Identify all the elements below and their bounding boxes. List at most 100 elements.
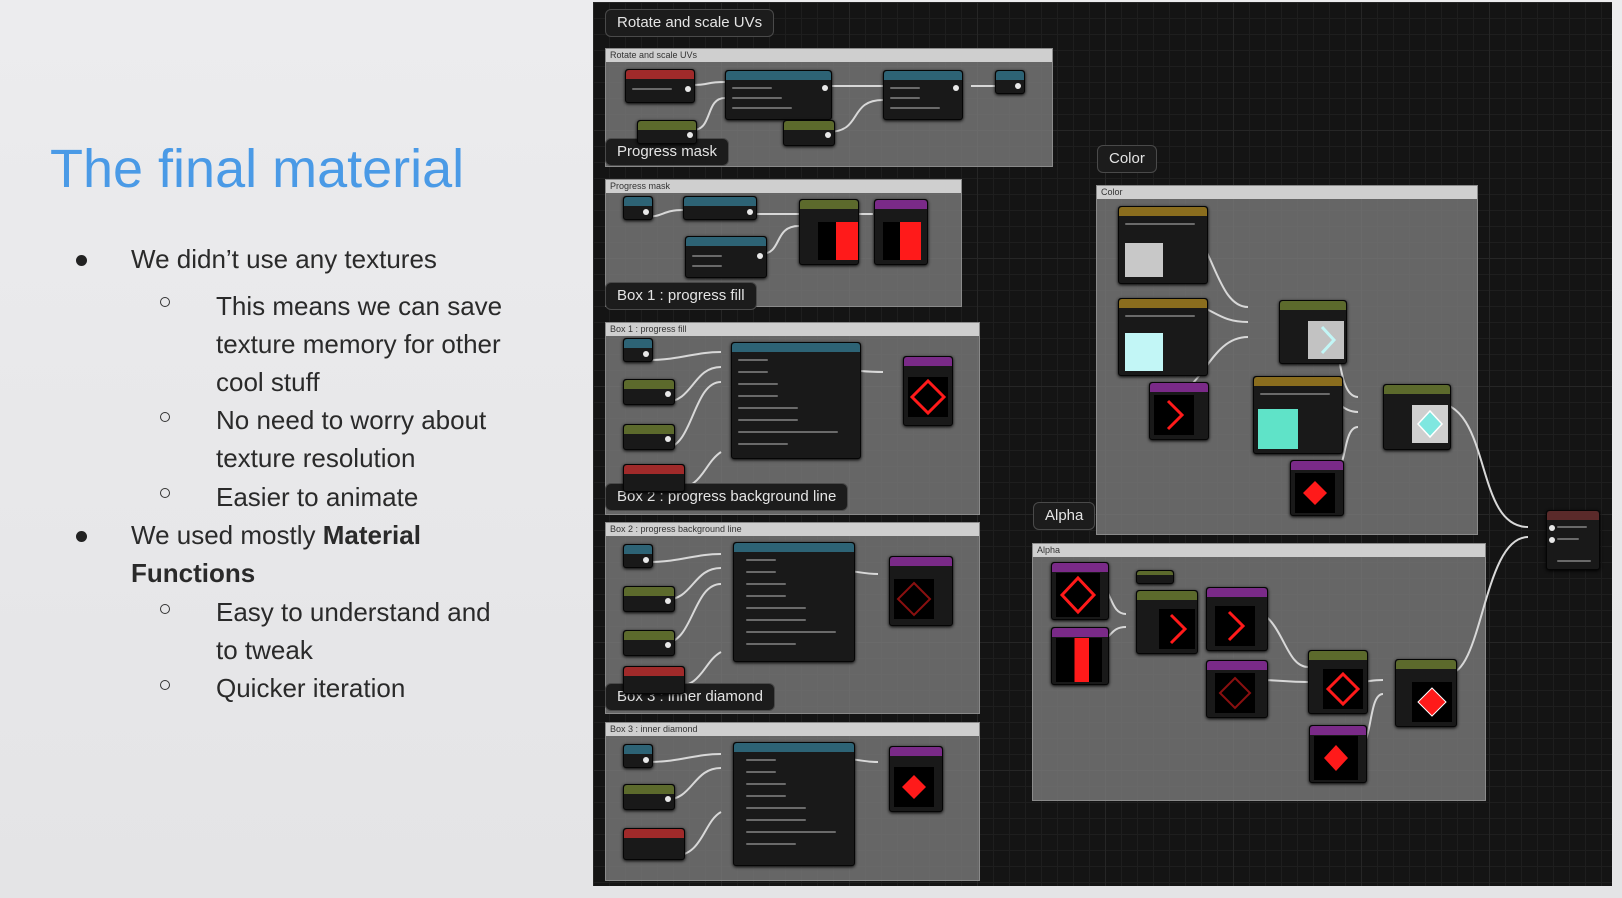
output-pin[interactable] [665, 391, 671, 397]
constant3-vector-node[interactable] [1118, 206, 1208, 284]
comment-box-header: Progress mask [606, 180, 961, 193]
sub-bullet-easy-1: Easy to understand and [216, 597, 491, 627]
comment-bubble-rotate-uvs[interactable]: Rotate and scale UVs [605, 9, 775, 37]
sdf-box-function-node[interactable] [733, 542, 855, 662]
sdf-box-function-node[interactable] [731, 342, 861, 459]
material-result-node[interactable] [1546, 510, 1600, 570]
scalar-param-node[interactable] [637, 120, 697, 144]
scalar-param-node[interactable] [623, 630, 675, 656]
step-node[interactable] [1136, 590, 1198, 654]
output-pin[interactable] [665, 796, 671, 802]
lerp-node[interactable] [1279, 300, 1347, 364]
output-pin[interactable] [665, 642, 671, 648]
input-pin[interactable] [1549, 537, 1555, 543]
inner-diamond-node[interactable] [1309, 725, 1367, 783]
sub-bullet-resolution-2: texture resolution [216, 443, 416, 473]
output-pin[interactable] [747, 209, 753, 215]
color-swatch-lightcyan [1125, 333, 1163, 371]
comment-bubble-box1[interactable]: Box 1 : progress fill [605, 282, 757, 310]
diamond-filled-preview [894, 767, 934, 807]
chevron-preview [1320, 325, 1337, 355]
output-pin[interactable] [643, 351, 649, 357]
bullet-dot [76, 531, 87, 542]
output-pin[interactable] [643, 757, 649, 763]
input-pin[interactable] [1549, 525, 1555, 531]
constant3-vector-node[interactable] [1253, 376, 1343, 454]
uvs-reroute-node[interactable] [623, 196, 653, 220]
uvs-reroute-node[interactable] [623, 544, 653, 568]
progress-mask-node[interactable] [1051, 627, 1109, 685]
output-pin[interactable] [687, 132, 693, 138]
comment-box-header: Box 1 : progress fill [606, 323, 979, 336]
material-graph-editor[interactable]: Rotate and scale UVs Progress mask Box 1… [593, 2, 1612, 886]
sub-bullet-animate: Easier to animate [216, 482, 419, 512]
comment-box-header: Color [1097, 186, 1477, 199]
comment-box-header: Rotate and scale UVs [606, 49, 1052, 62]
max-node[interactable] [1395, 659, 1457, 727]
comment-box-header: Box 2 : progress background line [606, 523, 979, 536]
comment-bubble-color[interactable]: Color [1097, 145, 1157, 173]
inner-diamond-node[interactable] [1290, 460, 1344, 516]
scale-uvs-function-node[interactable] [883, 70, 963, 120]
static-bool-node[interactable] [623, 666, 685, 694]
color-swatch-gray [1125, 243, 1163, 277]
custom-rotator-node[interactable] [725, 70, 832, 120]
diamond-outline-preview [1323, 669, 1363, 709]
output-pin[interactable] [1015, 83, 1021, 89]
sub-bullet-circle [160, 412, 170, 422]
sub-bullet-circle [160, 680, 170, 690]
sub-bullet-resolution-1: No need to worry about [216, 405, 487, 435]
bullet-bold-text: Material [322, 520, 421, 550]
output-pin[interactable] [825, 132, 831, 138]
output-pin[interactable] [643, 209, 649, 215]
bullet-no-textures: We didn’t use any textures [131, 244, 437, 274]
comment-box-header: Alpha [1033, 544, 1485, 557]
slide-title: The final material [50, 139, 465, 199]
progress-background-node[interactable] [1206, 660, 1268, 718]
texcoord-node[interactable] [625, 69, 695, 103]
progress-mask-node[interactable] [874, 199, 928, 265]
sub-bullet-easy-2: to tweak [216, 635, 313, 665]
scalar-param-node[interactable] [623, 424, 675, 450]
sub-bullet-iteration: Quicker iteration [216, 673, 406, 703]
diamond-outline-preview [908, 377, 948, 417]
max-node[interactable] [1308, 650, 1368, 714]
scalar-param-node[interactable] [623, 379, 675, 405]
scalar-param-node[interactable] [623, 586, 675, 612]
linear-time-node[interactable] [685, 236, 767, 278]
output-pin[interactable] [757, 253, 763, 259]
uvs-reroute-node[interactable] [623, 338, 653, 362]
scalar-param-node[interactable] [783, 120, 835, 146]
diamond-filled-preview [1412, 682, 1452, 722]
inner-diamond-node[interactable] [889, 746, 943, 812]
chevron-preview [1215, 606, 1255, 646]
progress-background-node[interactable] [889, 556, 953, 626]
sub-bullet-texture-memory-1: This means we can save [216, 291, 503, 321]
static-bool-node[interactable] [623, 464, 685, 492]
sdf-box-function-node[interactable] [733, 742, 855, 866]
progress-fill-node[interactable] [903, 356, 953, 426]
output-pin[interactable] [665, 436, 671, 442]
reroute-label-node[interactable] [1136, 570, 1174, 584]
static-bool-node[interactable] [623, 828, 685, 860]
inverted-progress-node[interactable] [1149, 382, 1209, 440]
step-node[interactable] [799, 199, 859, 265]
uvs-reroute-node[interactable] [995, 70, 1025, 94]
output-pin[interactable] [643, 557, 649, 563]
bullet-bold-text: Functions [131, 558, 256, 588]
scalar-param-node[interactable] [623, 784, 675, 810]
output-pin[interactable] [665, 598, 671, 604]
output-pin[interactable] [953, 85, 959, 91]
uvs-reroute-node[interactable] [623, 744, 653, 768]
lerp-node[interactable] [1383, 384, 1451, 450]
bullet-material-functions-2: Functions [131, 554, 255, 592]
constant3-vector-node[interactable] [1118, 298, 1208, 376]
output-pin[interactable] [822, 85, 828, 91]
comment-bubble-alpha[interactable]: Alpha [1033, 502, 1096, 530]
output-pin[interactable] [685, 86, 691, 92]
inverted-progress-node[interactable] [1206, 587, 1268, 651]
diamond-cyan-preview [1416, 409, 1444, 439]
progress-fill-node[interactable] [1051, 562, 1109, 620]
uv-function-node[interactable] [683, 196, 757, 220]
chevron-preview [1154, 395, 1194, 435]
